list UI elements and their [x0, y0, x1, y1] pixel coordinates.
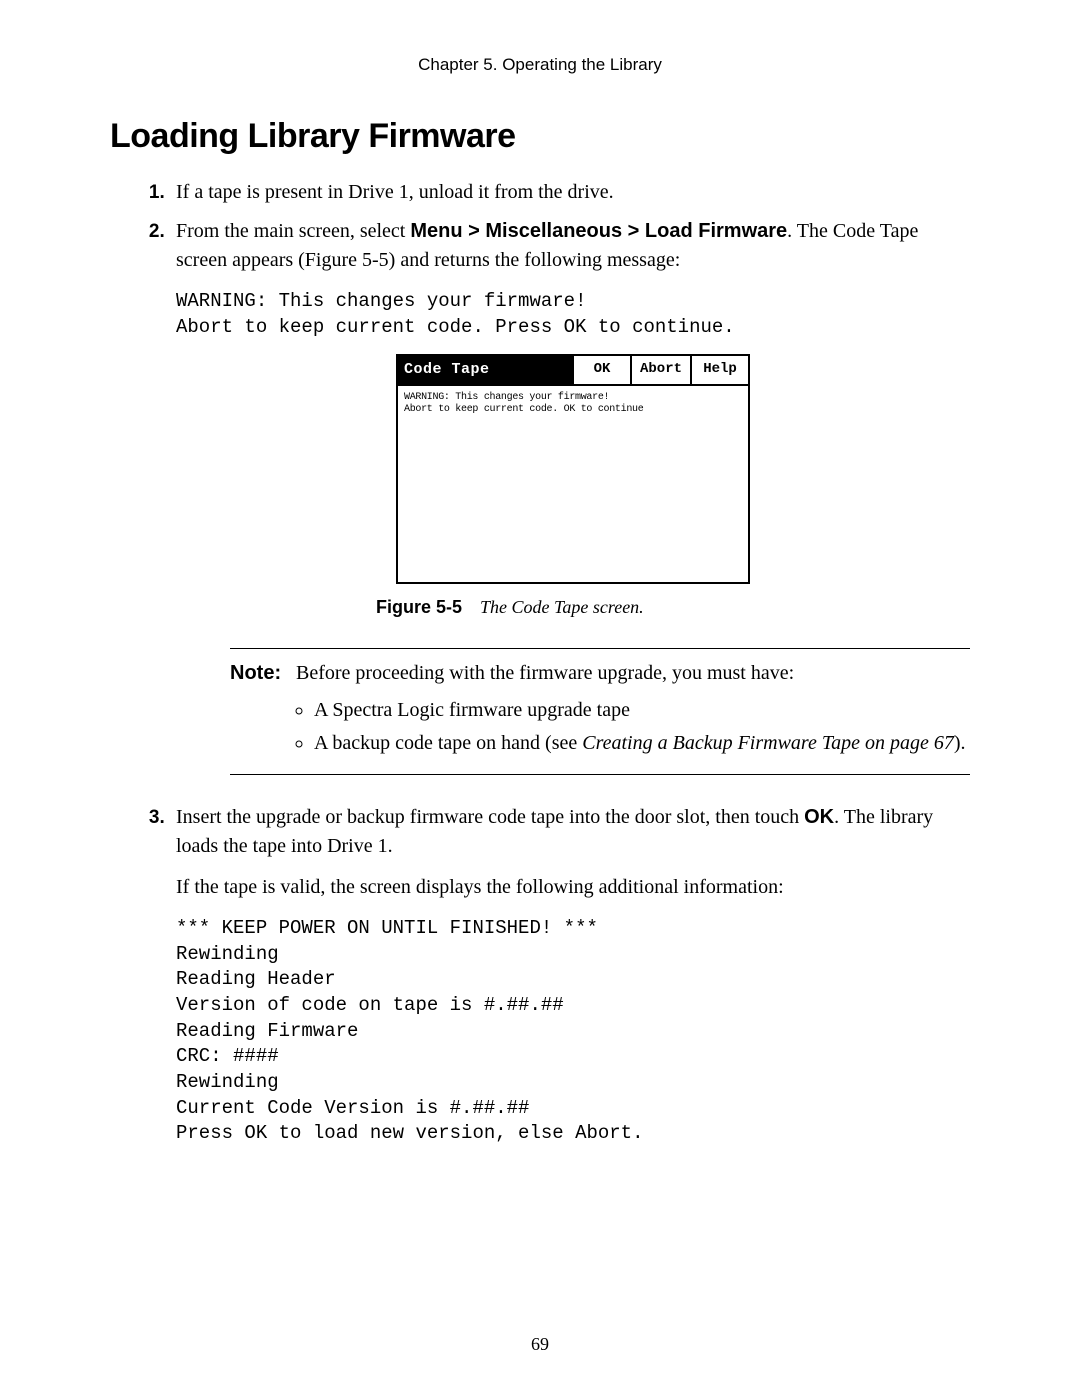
- figure-caption-text: The Code Tape screen.: [480, 597, 644, 617]
- step-1-text: If a tape is present in Drive 1, unload …: [176, 181, 614, 203]
- note-b2-a: A backup code tape on hand (see: [314, 732, 582, 754]
- note-block: Note: Before proceeding with the firmwar…: [230, 648, 970, 775]
- step-list: If a tape is present in Drive 1, unload …: [140, 178, 970, 1147]
- page-number: 69: [0, 1334, 1080, 1355]
- section-title: Loading Library Firmware: [110, 117, 970, 156]
- note-b2-c: ).: [954, 732, 966, 754]
- ok-label: OK: [804, 806, 834, 828]
- figure-5-5: Code Tape OK Abort Help WARNING: This ch…: [176, 354, 970, 620]
- note-label: Note:: [230, 659, 296, 762]
- step-2: From the main screen, select Menu > Misc…: [170, 217, 970, 775]
- step-2-text-a: From the main screen, select: [176, 220, 410, 242]
- figure-label: Figure 5-5: [376, 597, 462, 617]
- running-header: Chapter 5. Operating the Library: [110, 55, 970, 75]
- step-3-text-a: Insert the upgrade or backup firmware co…: [176, 806, 804, 828]
- page: Chapter 5. Operating the Library Loading…: [0, 0, 1080, 1397]
- warning-code-block: WARNING: This changes your firmware! Abo…: [176, 289, 970, 340]
- status-code-block: *** KEEP POWER ON UNTIL FINISHED! *** Re…: [176, 916, 970, 1147]
- note-bullets: A Spectra Logic firmware upgrade tape A …: [314, 696, 970, 758]
- abort-button[interactable]: Abort: [630, 356, 690, 384]
- note-b2-ref: Creating a Backup Firmware Tape on page …: [582, 732, 954, 754]
- note-intro: Before proceeding with the firmware upgr…: [296, 662, 794, 684]
- code-tape-screen: Code Tape OK Abort Help WARNING: This ch…: [396, 354, 750, 584]
- figure-caption: Figure 5-5 The Code Tape screen.: [376, 594, 970, 620]
- help-button[interactable]: Help: [690, 356, 748, 384]
- menu-path: Menu > Miscellaneous > Load Firmware: [410, 220, 787, 242]
- note-bullet-2: A backup code tape on hand (see Creating…: [314, 729, 970, 758]
- screen-body-text: WARNING: This changes your firmware! Abo…: [398, 386, 748, 582]
- note-rule-bottom: [230, 774, 970, 775]
- screen-title: Code Tape: [398, 356, 572, 384]
- step-3-para: If the tape is valid, the screen display…: [176, 873, 970, 902]
- note-bullet-1: A Spectra Logic firmware upgrade tape: [314, 696, 970, 725]
- note-body: Before proceeding with the firmware upgr…: [296, 659, 970, 762]
- step-3: Insert the upgrade or backup firmware co…: [170, 803, 970, 1147]
- screen-titlebar: Code Tape OK Abort Help: [398, 356, 748, 386]
- ok-button[interactable]: OK: [572, 356, 630, 384]
- step-1: If a tape is present in Drive 1, unload …: [170, 178, 970, 207]
